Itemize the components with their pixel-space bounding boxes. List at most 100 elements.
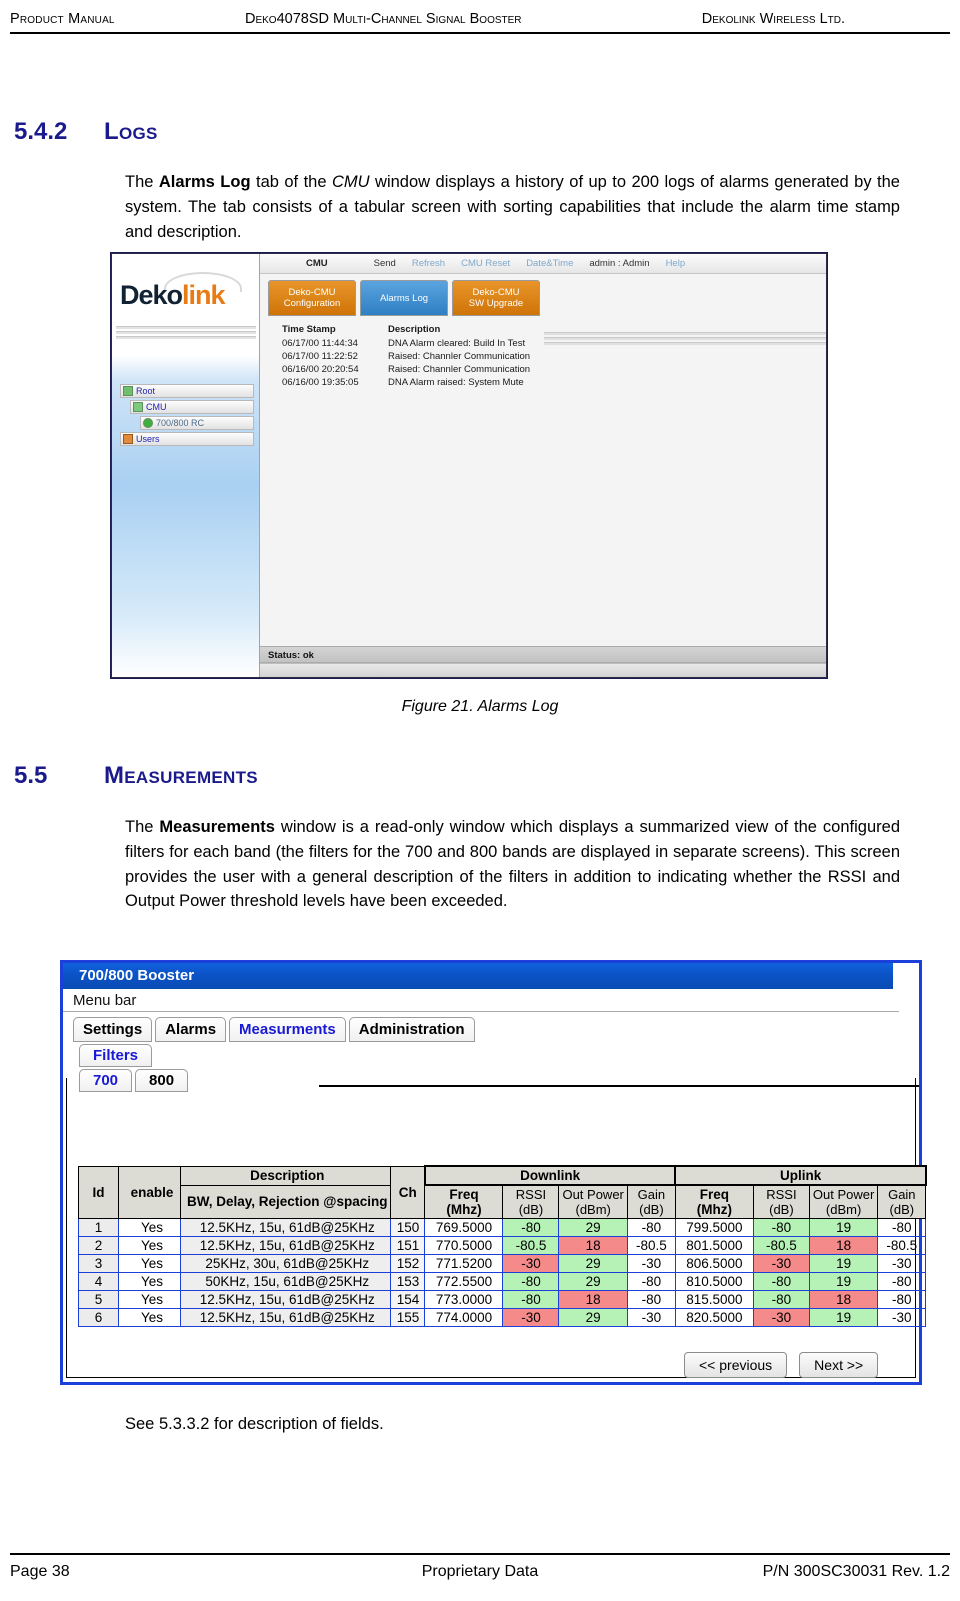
cell-ch: 151	[390, 1236, 426, 1255]
heading-measurements-title: Measurements	[104, 762, 258, 789]
alarms-log-row[interactable]: 06/17/00 11:22:52 Raised: Channler Commu…	[282, 351, 718, 362]
previous-page-button[interactable]: << previous	[684, 1352, 788, 1378]
table-row[interactable]: 5 Yes 12.5KHz, 15u, 61dB@25KHz 154 773.0000-…	[78, 1290, 927, 1309]
col-header-downlink-gain-label: Gain	[637, 1187, 666, 1202]
next-page-button[interactable]: Next >>	[799, 1352, 879, 1378]
cell-downlink-rssi: -30	[502, 1308, 560, 1327]
cell-enable: Yes	[118, 1236, 181, 1255]
tab-settings[interactable]: Settings	[73, 1017, 153, 1042]
cell-downlink-gain: -80	[626, 1272, 676, 1291]
alarms-log-row[interactable]: 06/17/00 11:44:34 DNA Alarm cleared: Bui…	[282, 338, 718, 349]
tab-deko-cmu-sw-upgrade-line2: SW Upgrade	[468, 298, 524, 309]
col-header-uplink-gain[interactable]: Gain (dB)	[877, 1184, 927, 1219]
alarms-log-table: Time Stamp Description 06/17/00 11:44:34…	[282, 324, 718, 390]
cell-ch: 150	[390, 1218, 426, 1237]
tab-filters[interactable]: Filters	[79, 1044, 153, 1067]
column-header-description[interactable]: Description	[388, 324, 718, 335]
table-row[interactable]: 1 Yes 12.5KHz, 15u, 61dB@25KHz 150 769.5000-…	[78, 1218, 927, 1237]
table-row[interactable]: 4 Yes 50KHz, 15u, 61dB@25KHz 153 772.5500 -80…	[78, 1272, 927, 1291]
log-description: DNA Alarm cleared: Build In Test	[388, 338, 526, 349]
tab-alarms-log[interactable]: Alarms Log	[360, 280, 448, 316]
cell-id: 6	[78, 1308, 119, 1327]
alarms-log-row[interactable]: 06/16/00 19:35:05 DNA Alarm raised: Syst…	[282, 377, 718, 388]
col-header-uplink-freq[interactable]: Freq (Mhz)	[674, 1184, 754, 1219]
cell-downlink-freq: 773.0000	[424, 1290, 504, 1309]
expand-box-icon[interactable]	[123, 386, 133, 396]
footer-center-text: Proprietary Data	[421, 1563, 539, 1580]
cell-uplink-freq: 815.5000	[674, 1290, 754, 1309]
cell-description: 12.5KHz, 15u, 61dB@25KHz	[179, 1290, 392, 1309]
tab-deko-cmu-configuration-line2: Configuration	[283, 298, 341, 309]
column-header-time-stamp[interactable]: Time Stamp	[282, 324, 388, 335]
cell-uplink-freq: 801.5000	[674, 1236, 754, 1255]
log-time-stamp: 06/16/00 19:35:05	[282, 377, 359, 388]
tree-item-cmu-label: CMU	[146, 402, 167, 412]
tab-deko-cmu-configuration-line1: Deko-CMU	[288, 287, 336, 298]
cmu-toolbar-title: CMU	[306, 258, 328, 269]
tab-deko-cmu-sw-upgrade[interactable]: Deko-CMU SW Upgrade	[452, 280, 540, 316]
cmu-sidebar: Dekolink Root CMU 700/800 RC Users	[112, 254, 260, 677]
cell-ch: 153	[390, 1272, 426, 1291]
cell-uplink-gain: -80	[877, 1272, 927, 1291]
col-header-downlink-gain-unit: (dB)	[639, 1202, 664, 1217]
dekolink-logo: Dekolink	[120, 280, 252, 320]
tab-alarms[interactable]: Alarms	[155, 1017, 227, 1042]
table-row[interactable]: 2 Yes 12.5KHz, 15u, 61dB@25KHz 151 770.5000-…	[78, 1236, 927, 1255]
col-header-enable[interactable]: enable	[118, 1165, 181, 1219]
logo-dark-text: Deko	[120, 280, 183, 310]
cell-uplink-freq: 810.5000	[674, 1272, 754, 1291]
cell-enable: Yes	[118, 1218, 181, 1237]
cell-downlink-freq: 770.5000	[424, 1236, 504, 1255]
col-header-downlink-freq[interactable]: Freq (Mhz)	[424, 1184, 504, 1219]
tab-deko-cmu-configuration[interactable]: Deko-CMU Configuration	[268, 280, 356, 316]
col-header-downlink-outpower[interactable]: Out Power (dBm)	[558, 1184, 628, 1219]
log-description: Raised: Channler Communication	[388, 351, 531, 362]
running-footer: Page 38 Proprietary Data P/N 300SC30031 …	[10, 1553, 950, 1583]
table-row[interactable]: 3 Yes 25KHz, 30u, 61dB@25KHz 152 771.5200 -30…	[78, 1254, 927, 1273]
tree-item-users[interactable]: Users	[120, 432, 254, 446]
toolbar-send-button[interactable]: Send	[374, 258, 396, 269]
cell-enable: Yes	[118, 1254, 181, 1273]
cell-downlink-rssi: -80.5	[502, 1236, 560, 1255]
col-header-uplink-freq-unit: (Mhz)	[696, 1202, 732, 1217]
toolbar-date-time-button[interactable]: Date&Time	[526, 258, 573, 269]
cell-uplink-freq: 806.5000	[674, 1254, 754, 1273]
group-header-uplink: Uplink	[674, 1165, 927, 1186]
toolbar-cmu-reset-button[interactable]: CMU Reset	[461, 258, 510, 269]
tab-measurments[interactable]: Measurments	[229, 1017, 346, 1042]
users-icon	[123, 434, 133, 444]
col-header-description[interactable]: Description	[179, 1165, 392, 1186]
col-header-downlink-rssi[interactable]: RSSI (dB)	[502, 1184, 560, 1219]
cell-downlink-freq: 769.5000	[424, 1218, 504, 1237]
sidebar-rule-lines	[116, 326, 256, 341]
col-header-ch[interactable]: Ch	[390, 1165, 426, 1219]
col-header-id[interactable]: Id	[78, 1165, 119, 1219]
cell-uplink-freq: 799.5000	[674, 1218, 754, 1237]
cmu-window-screenshot: Dekolink Root CMU 700/800 RC Users CMU S…	[111, 253, 827, 678]
cell-enable: Yes	[118, 1308, 181, 1327]
logs-paragraph: The Alarms Log tab of the CMU window dis…	[125, 170, 900, 244]
tab-administration[interactable]: Administration	[348, 1017, 475, 1042]
cell-uplink-gain: -30	[877, 1308, 927, 1327]
alarms-log-row[interactable]: 06/16/00 20:20:54 Raised: Channler Commu…	[282, 364, 718, 375]
col-header-uplink-rssi[interactable]: RSSI (dB)	[752, 1184, 810, 1219]
col-header-uplink-outpower[interactable]: Out Power (dBm)	[808, 1184, 879, 1219]
tree-item-700-800-rc[interactable]: 700/800 RC	[140, 416, 254, 430]
toolbar-user-label: admin : Admin	[589, 258, 650, 269]
toolbar-help-button[interactable]: Help	[666, 258, 686, 269]
cell-ch: 152	[390, 1254, 426, 1273]
cell-downlink-gain: -80	[626, 1290, 676, 1309]
cell-id: 4	[78, 1272, 119, 1291]
tree-item-users-label: Users	[136, 434, 160, 444]
tree-item-cmu[interactable]: CMU	[130, 400, 254, 414]
toolbar-refresh-button[interactable]: Refresh	[412, 258, 445, 269]
tree-item-root[interactable]: Root	[120, 384, 254, 398]
cell-downlink-outpower: 29	[558, 1254, 628, 1273]
meas-par-1: The	[125, 818, 160, 836]
network-node-icon	[133, 402, 143, 412]
col-header-downlink-freq-label: Freq	[449, 1187, 479, 1202]
cell-downlink-freq: 772.5500	[424, 1272, 504, 1291]
table-row[interactable]: 6 Yes 12.5KHz, 15u, 61dB@25KHz 155 774.0000-…	[78, 1308, 927, 1327]
tab-deko-cmu-sw-upgrade-line1: Deko-CMU	[472, 287, 520, 298]
col-header-downlink-gain[interactable]: Gain (dB)	[626, 1184, 676, 1219]
